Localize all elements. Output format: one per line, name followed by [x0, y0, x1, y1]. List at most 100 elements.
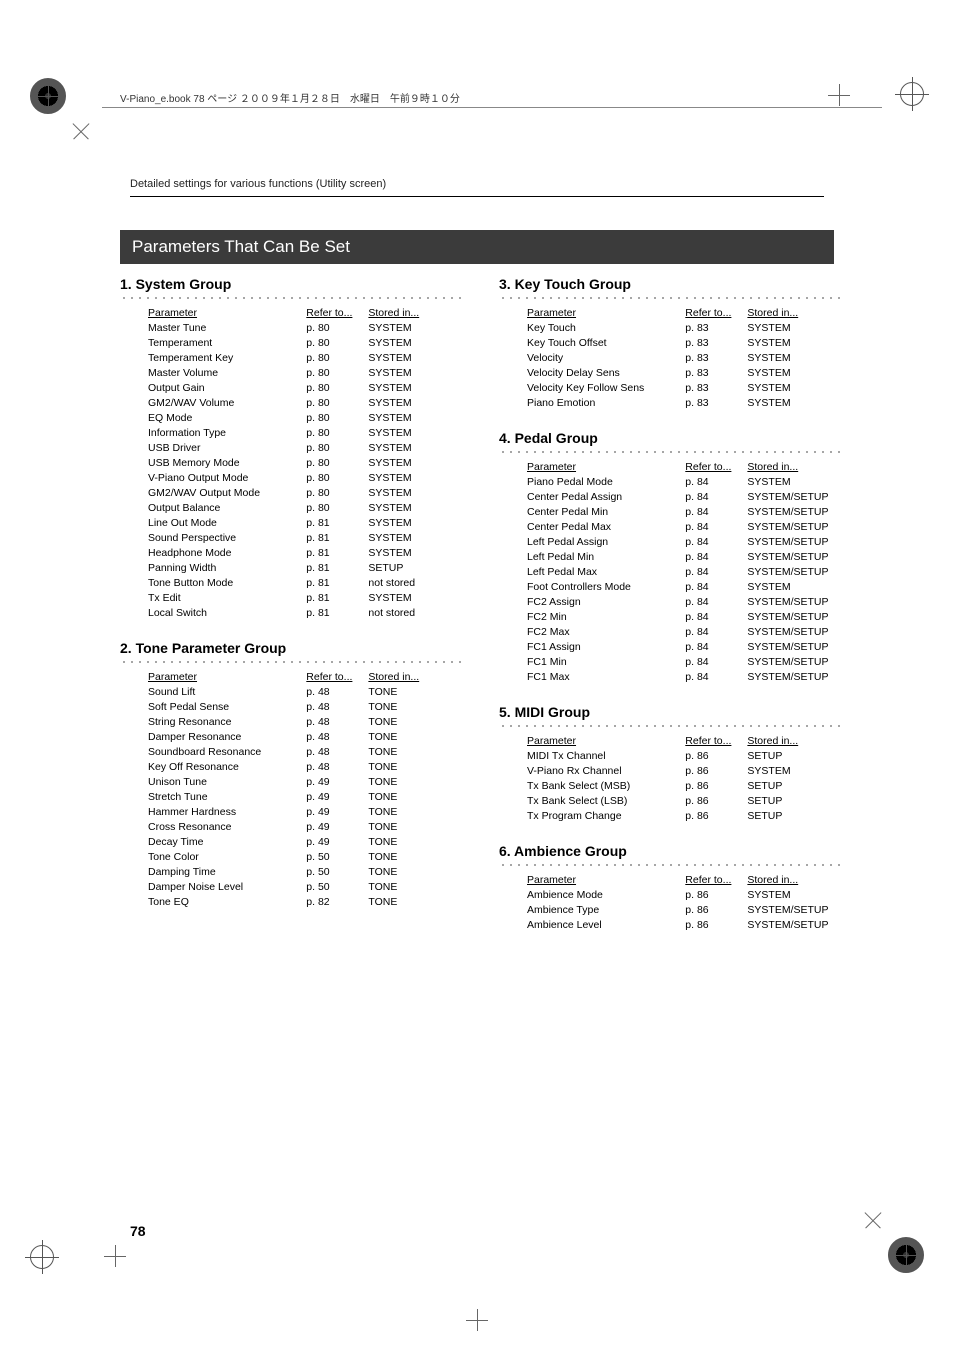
table-header-row: ParameterRefer to...Stored in... — [120, 305, 465, 320]
cell-refer-to: p. 84 — [685, 579, 747, 594]
cell-parameter: Center Pedal Max — [499, 519, 685, 534]
cell-parameter: Tx Edit — [120, 590, 306, 605]
cell-refer-to: p. 80 — [306, 350, 368, 365]
table-row: Information Typep. 80SYSTEM — [120, 425, 465, 440]
table-row: Tone Button Modep. 81not stored — [120, 575, 465, 590]
running-head: V-Piano_e.book 78 ページ ２００９年１月２８日 水曜日 午前９… — [120, 90, 894, 110]
cell-parameter: FC2 Max — [499, 624, 685, 639]
cell-stored-in: TONE — [368, 894, 465, 909]
cell-stored-in: TONE — [368, 759, 465, 774]
col-refer-to: Refer to... — [306, 669, 368, 684]
cell-stored-in: TONE — [368, 849, 465, 864]
col-refer-to: Refer to... — [306, 305, 368, 320]
crop-mark-icon — [466, 1309, 488, 1331]
table-row: Key Off Resonancep. 48TONE — [120, 759, 465, 774]
cell-refer-to: p. 84 — [685, 594, 747, 609]
cell-refer-to: p. 49 — [306, 819, 368, 834]
cell-refer-to: p. 86 — [685, 917, 747, 932]
table-header-row: ParameterRefer to...Stored in... — [499, 733, 844, 748]
col-refer-to: Refer to... — [685, 305, 747, 320]
cell-stored-in: SYSTEM — [747, 335, 844, 350]
cell-stored-in: TONE — [368, 729, 465, 744]
cell-stored-in: SYSTEM — [368, 335, 465, 350]
table-row: FC1 Minp. 84SYSTEM/SETUP — [499, 654, 844, 669]
table-row: Line Out Modep. 81SYSTEM — [120, 515, 465, 530]
cell-parameter: MIDI Tx Channel — [499, 748, 685, 763]
content-columns: 1. System GroupParameterRefer to...Store… — [120, 276, 844, 952]
table-header-row: ParameterRefer to...Stored in... — [499, 459, 844, 474]
table-row: Hammer Hardnessp. 49TONE — [120, 804, 465, 819]
col-stored-in: Stored in... — [747, 733, 844, 748]
cell-refer-to: p. 84 — [685, 489, 747, 504]
cell-refer-to: p. 48 — [306, 759, 368, 774]
cell-refer-to: p. 50 — [306, 864, 368, 879]
cell-refer-to: p. 84 — [685, 564, 747, 579]
table-row: GM2/WAV Output Modep. 80SYSTEM — [120, 485, 465, 500]
table-row: Ambience Levelp. 86SYSTEM/SETUP — [499, 917, 844, 932]
table-header-row: ParameterRefer to...Stored in... — [120, 669, 465, 684]
cell-stored-in: SYSTEM — [368, 365, 465, 380]
cell-refer-to: p. 49 — [306, 789, 368, 804]
cell-parameter: Key Touch — [499, 320, 685, 335]
cell-parameter: Soundboard Resonance — [120, 744, 306, 759]
registration-mark-icon — [900, 82, 924, 106]
cell-stored-in: SETUP — [747, 793, 844, 808]
cell-refer-to: p. 84 — [685, 474, 747, 489]
running-head-rule — [102, 107, 882, 108]
cell-stored-in: not stored — [368, 605, 465, 620]
cell-stored-in: SYSTEM/SETUP — [747, 624, 844, 639]
cell-parameter: Temperament — [120, 335, 306, 350]
cell-parameter: Key Off Resonance — [120, 759, 306, 774]
cell-stored-in: SYSTEM — [368, 590, 465, 605]
cell-stored-in: TONE — [368, 864, 465, 879]
left-column: 1. System GroupParameterRefer to...Store… — [120, 276, 465, 952]
cell-refer-to: p. 86 — [685, 902, 747, 917]
cell-refer-to: p. 81 — [306, 590, 368, 605]
table-row: Decay Timep. 49TONE — [120, 834, 465, 849]
cell-stored-in: SYSTEM/SETUP — [747, 489, 844, 504]
cell-parameter: Damping Time — [120, 864, 306, 879]
cell-refer-to: p. 84 — [685, 534, 747, 549]
cell-refer-to: p. 80 — [306, 365, 368, 380]
crop-mark-icon — [104, 1245, 126, 1267]
cell-stored-in: SYSTEM — [368, 350, 465, 365]
cell-refer-to: p. 81 — [306, 560, 368, 575]
cell-refer-to: p. 81 — [306, 605, 368, 620]
table-row: EQ Modep. 80SYSTEM — [120, 410, 465, 425]
table-row: Key Touchp. 83SYSTEM — [499, 320, 844, 335]
parameter-table: ParameterRefer to...Stored in...Sound Li… — [120, 669, 465, 909]
table-row: Tone Colorp. 50TONE — [120, 849, 465, 864]
cell-parameter: USB Memory Mode — [120, 455, 306, 470]
cell-stored-in: SYSTEM — [747, 579, 844, 594]
cell-parameter: V-Piano Rx Channel — [499, 763, 685, 778]
table-row: Foot Controllers Modep. 84SYSTEM — [499, 579, 844, 594]
cell-parameter: FC1 Assign — [499, 639, 685, 654]
cell-stored-in: SYSTEM/SETUP — [747, 654, 844, 669]
col-stored-in: Stored in... — [368, 305, 465, 320]
cell-stored-in: TONE — [368, 774, 465, 789]
dotted-rule-icon — [499, 721, 844, 727]
group-midi: 5. MIDI GroupParameterRefer to...Stored … — [499, 704, 844, 823]
cell-stored-in: SYSTEM — [368, 500, 465, 515]
table-row: USB Memory Modep. 80SYSTEM — [120, 455, 465, 470]
table-row: Output Gainp. 80SYSTEM — [120, 380, 465, 395]
dotted-rule-icon — [120, 293, 465, 299]
cell-refer-to: p. 49 — [306, 774, 368, 789]
parameter-table: ParameterRefer to...Stored in...Key Touc… — [499, 305, 844, 410]
table-row: FC2 Minp. 84SYSTEM/SETUP — [499, 609, 844, 624]
cell-parameter: Line Out Mode — [120, 515, 306, 530]
crop-mark-icon — [857, 1204, 888, 1235]
cell-stored-in: SYSTEM — [747, 395, 844, 410]
cell-stored-in: SYSTEM/SETUP — [747, 917, 844, 932]
cell-refer-to: p. 84 — [685, 639, 747, 654]
cell-stored-in: SYSTEM/SETUP — [747, 639, 844, 654]
table-row: Panning Widthp. 81SETUP — [120, 560, 465, 575]
table-row: FC1 Assignp. 84SYSTEM/SETUP — [499, 639, 844, 654]
cell-refer-to: p. 83 — [685, 350, 747, 365]
table-row: Tone EQp. 82TONE — [120, 894, 465, 909]
table-row: Tx Bank Select (MSB)p. 86SETUP — [499, 778, 844, 793]
cell-refer-to: p. 48 — [306, 729, 368, 744]
parameter-table: ParameterRefer to...Stored in...Master T… — [120, 305, 465, 620]
cell-stored-in: SYSTEM — [747, 320, 844, 335]
cell-parameter: Center Pedal Assign — [499, 489, 685, 504]
